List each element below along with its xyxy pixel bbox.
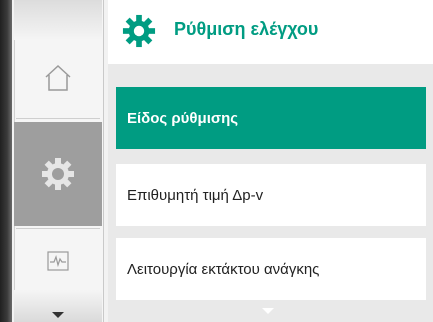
navigation-rail: [0, 0, 108, 322]
menu-item-label: Επιθυμητή τιμή Δp-v: [127, 186, 264, 204]
menu-item-emergency-operation[interactable]: Λειτουργία εκτάκτου ανάγκης: [116, 238, 426, 300]
page-title: Ρύθμιση ελέγχου: [174, 19, 319, 39]
rail-item-settings[interactable]: [14, 122, 102, 226]
rail-item-home[interactable]: [14, 40, 102, 116]
gear-icon: [122, 14, 156, 48]
rail-edge: [0, 0, 12, 322]
menu-item-label: Είδος ρύθμισης: [127, 109, 239, 127]
scroll-down-icon[interactable]: [262, 308, 274, 314]
gear-icon: [42, 158, 74, 190]
rail-divider: [16, 228, 100, 229]
chevron-down-icon: [52, 312, 64, 318]
rail-divider: [16, 118, 100, 119]
rail-item-diagnostics[interactable]: [14, 230, 102, 292]
menu-item-control-mode[interactable]: Είδος ρύθμισης: [116, 87, 426, 149]
menu-item-label: Λειτουργία εκτάκτου ανάγκης: [127, 260, 320, 278]
rail-shade-top: [14, 0, 102, 40]
screen: Ρύθμιση ελέγχου Είδος ρύθμισης Επιθυμητή…: [0, 0, 433, 322]
settings-menu: Είδος ρύθμισης Επιθυμητή τιμή Δp-v Λειτο…: [108, 64, 433, 322]
waveform-icon: [47, 251, 69, 271]
menu-item-setpoint[interactable]: Επιθυμητή τιμή Δp-v: [116, 164, 426, 226]
home-icon: [45, 64, 71, 91]
header: Ρύθμιση ελέγχου: [108, 0, 433, 64]
